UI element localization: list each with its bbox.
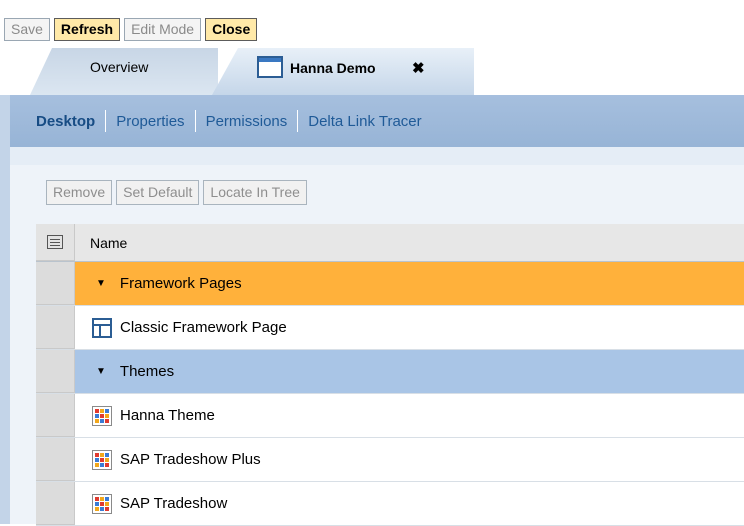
row-selector[interactable] bbox=[36, 482, 75, 525]
expand-triangle-icon[interactable]: ▼ bbox=[96, 278, 106, 289]
tab-overview[interactable]: Overview bbox=[30, 48, 218, 95]
group-label-themes: Themes bbox=[119, 363, 175, 380]
table-header-row: Name bbox=[36, 224, 744, 262]
table-settings-icon[interactable] bbox=[47, 235, 63, 249]
tab-hanna-demo-label: Hanna Demo bbox=[290, 60, 376, 76]
desktop-table: Name ▼ Framework Pages Classic Framework… bbox=[36, 224, 744, 526]
locate-in-tree-button[interactable]: Locate In Tree bbox=[203, 180, 307, 205]
theme-icon bbox=[92, 405, 112, 426]
tab-hanna-demo[interactable]: Hanna Demo ✖ bbox=[212, 48, 474, 95]
row-label: Hanna Theme bbox=[120, 407, 215, 424]
subnav-properties[interactable]: Properties bbox=[116, 113, 184, 130]
row-label: SAP Tradeshow Plus bbox=[120, 451, 261, 468]
content-header-band bbox=[10, 147, 744, 165]
save-button[interactable]: Save bbox=[4, 18, 50, 41]
table-toolbar: Remove Set Default Locate In Tree bbox=[46, 180, 307, 205]
edit-mode-button[interactable]: Edit Mode bbox=[124, 18, 202, 41]
row-selector[interactable] bbox=[36, 438, 75, 481]
row-label: Classic Framework Page bbox=[120, 319, 287, 336]
subnav-separator bbox=[105, 110, 107, 132]
select-all-cell[interactable] bbox=[36, 224, 75, 261]
table-row[interactable]: ▼ Framework Pages bbox=[36, 262, 744, 306]
sub-navigation: Desktop Properties Permissions Delta Lin… bbox=[10, 95, 744, 147]
row-selector[interactable] bbox=[36, 262, 75, 305]
table-row[interactable]: Hanna Theme bbox=[36, 394, 744, 438]
framework-page-icon bbox=[92, 317, 112, 338]
subnav-desktop[interactable]: Desktop bbox=[36, 113, 95, 130]
theme-icon bbox=[92, 493, 112, 514]
subnav-delta-link-tracer[interactable]: Delta Link Tracer bbox=[308, 113, 421, 130]
group-label-framework-pages: Framework Pages bbox=[119, 275, 242, 292]
close-button[interactable]: Close bbox=[205, 18, 258, 41]
row-selector[interactable] bbox=[36, 394, 75, 437]
tab-overview-label: Overview bbox=[90, 59, 149, 75]
row-label: SAP Tradeshow bbox=[120, 495, 228, 512]
subnav-separator bbox=[194, 110, 196, 132]
table-row[interactable]: ▼ Themes bbox=[36, 350, 744, 394]
theme-icon bbox=[92, 449, 112, 470]
column-header-name[interactable]: Name bbox=[75, 224, 744, 261]
tab-strip: Overview Hanna Demo ✖ bbox=[0, 48, 744, 95]
table-row[interactable]: SAP Tradeshow Plus bbox=[36, 438, 744, 482]
remove-button[interactable]: Remove bbox=[46, 180, 113, 205]
subnav-separator bbox=[297, 110, 299, 132]
window-icon bbox=[257, 56, 283, 78]
expand-triangle-icon[interactable]: ▼ bbox=[96, 366, 106, 377]
table-row[interactable]: Classic Framework Page bbox=[36, 306, 744, 350]
top-toolbar: Save Refresh Edit Mode Close bbox=[4, 18, 258, 41]
close-tab-icon[interactable]: ✖ bbox=[412, 59, 425, 77]
subnav-permissions[interactable]: Permissions bbox=[206, 113, 288, 130]
refresh-button[interactable]: Refresh bbox=[53, 18, 121, 41]
table-row[interactable]: SAP Tradeshow bbox=[36, 482, 744, 526]
set-default-button[interactable]: Set Default bbox=[116, 180, 200, 205]
row-selector[interactable] bbox=[36, 350, 75, 393]
row-selector[interactable] bbox=[36, 306, 75, 349]
left-border bbox=[0, 95, 10, 524]
